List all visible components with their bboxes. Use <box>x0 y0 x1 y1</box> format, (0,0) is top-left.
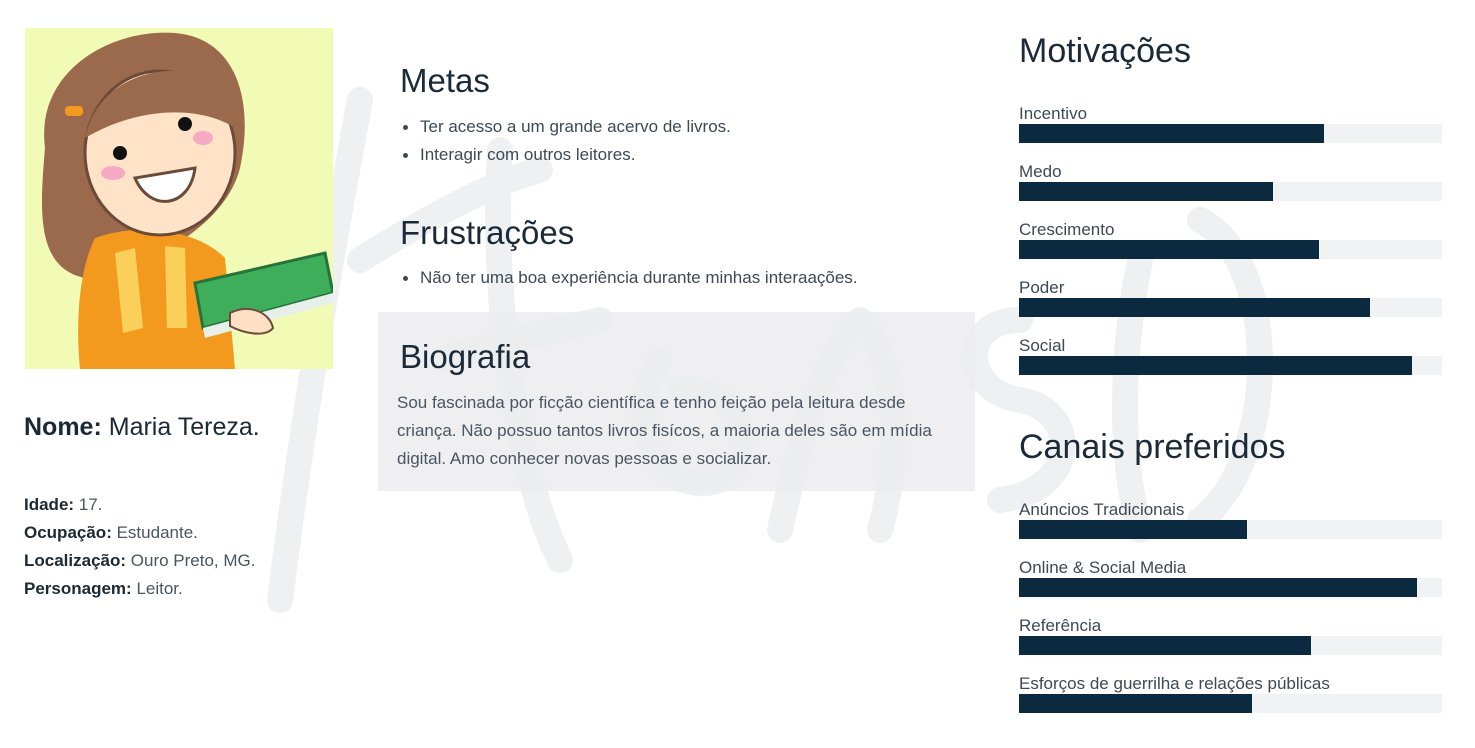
motivation-bar-track <box>1019 298 1442 317</box>
motivation-label: Social <box>1019 336 1066 355</box>
biography-title: Biografia <box>400 338 531 375</box>
fact-age: Idade: 17. <box>24 491 255 519</box>
channel-bar-fill <box>1019 636 1311 655</box>
motivation-label: Incentivo <box>1019 104 1088 123</box>
persona-facts: Idade: 17. Ocupação: Estudante. Localiza… <box>24 491 255 603</box>
list-item: Ter acesso a um grande acervo de livros. <box>400 113 731 141</box>
motivation-label: Crescimento <box>1019 220 1115 239</box>
motivations-title: Motivações <box>1019 32 1191 70</box>
fact-value: 17. <box>78 495 103 514</box>
biography-text: Sou fascinada por ficção científica e te… <box>397 393 932 468</box>
motivation-bar-fill <box>1019 298 1371 317</box>
fact-key: Idade: <box>24 495 75 514</box>
motivation-label: Poder <box>1019 278 1065 297</box>
fact-occupation: Ocupação: Estudante. <box>24 519 255 547</box>
motivation-bar-track <box>1019 240 1442 259</box>
channel-bar-track <box>1019 636 1442 655</box>
channel-bar-track <box>1019 694 1442 713</box>
fact-value: Leitor. <box>136 579 183 598</box>
frustrations-list: Não ter uma boa experiência durante minh… <box>400 264 858 292</box>
fact-value: Estudante. <box>116 523 198 542</box>
persona-name: Nome: Maria Tereza. <box>24 413 260 442</box>
name-key: Nome: <box>24 413 102 441</box>
list-item: Interagir com outros leitores. <box>400 141 731 169</box>
goals-list: Ter acesso a um grande acervo de livros.… <box>400 113 731 169</box>
motivation-label: Medo <box>1019 162 1062 181</box>
motivation-bar-fill <box>1019 356 1413 375</box>
motivation-bar-track <box>1019 124 1442 143</box>
goals-title: Metas <box>400 62 490 99</box>
channels-title: Canais preferidos <box>1019 428 1286 466</box>
fact-key: Personagem: <box>24 579 132 598</box>
list-item: Não ter uma boa experiência durante minh… <box>400 264 858 292</box>
persona-avatar <box>25 28 333 369</box>
channel-bar-fill <box>1019 520 1248 539</box>
channel-label: Anúncios Tradicionais <box>1019 500 1185 519</box>
channel-bar-track <box>1019 520 1442 539</box>
fact-key: Localização: <box>24 551 127 570</box>
channel-label: Referência <box>1019 616 1102 635</box>
channel-label: Esforços de guerrilha e relações pública… <box>1019 674 1330 693</box>
motivation-bar-fill <box>1019 182 1273 201</box>
fact-value: Ouro Preto, MG. <box>130 551 256 570</box>
motivation-bar-track <box>1019 182 1442 201</box>
channel-label: Online & Social Media <box>1019 558 1187 577</box>
channel-bar-fill <box>1019 694 1252 713</box>
fact-location: Localização: Ouro Preto, MG. <box>24 547 255 575</box>
motivation-bar-fill <box>1019 124 1324 143</box>
channel-bar-track <box>1019 578 1442 597</box>
motivation-bar-fill <box>1019 240 1320 259</box>
fact-character: Personagem: Leitor. <box>24 575 255 603</box>
name-value: Maria Tereza. <box>108 413 260 441</box>
motivation-bar-track <box>1019 356 1442 375</box>
frustrations-title: Frustrações <box>400 214 575 251</box>
channel-bar-fill <box>1019 578 1417 597</box>
fact-key: Ocupação: <box>24 523 112 542</box>
